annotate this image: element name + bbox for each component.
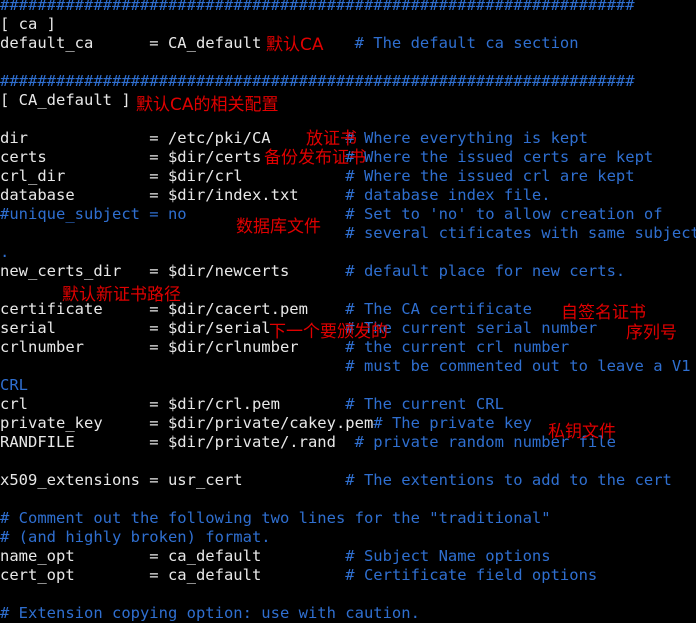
- terminal-line: ########################################…: [0, 0, 635, 15]
- red-annotation: 序列号: [626, 323, 677, 343]
- terminal-line: crl_dir = $dir/crl # Where the issued cr…: [0, 167, 635, 186]
- red-annotation: 放证书: [306, 129, 357, 149]
- terminal-line: cert_opt = ca_default # Certificate fiel…: [0, 566, 597, 585]
- comment-text: ########################################…: [0, 72, 635, 90]
- config-text: crl = $dir/crl.pem: [0, 395, 346, 413]
- terminal-line: RANDFILE = $dir/private/.rand # private …: [0, 433, 616, 452]
- terminal-line: private_key = $dir/private/cakey.pem# Th…: [0, 414, 532, 433]
- terminal-line: new_certs_dir = $dir/newcerts # default …: [0, 262, 625, 281]
- config-text: [ ca ]: [0, 15, 56, 33]
- config-text: RANDFILE = $dir/private/.rand: [0, 433, 355, 451]
- terminal-line: # Comment out the following two lines fo…: [0, 509, 551, 528]
- terminal-line: ########################################…: [0, 72, 635, 91]
- comment-text: ########################################…: [0, 0, 635, 14]
- red-annotation: 备份发布证书: [264, 148, 366, 168]
- red-annotation: 下一个要颁发的: [269, 322, 388, 342]
- comment-text: # (and highly broken) format.: [0, 528, 271, 546]
- comment-text: # Subject Name options: [345, 547, 551, 565]
- red-annotation: 数据库文件: [236, 217, 321, 237]
- config-text: database = $dir/index.txt: [0, 186, 346, 204]
- red-annotation: 默认CA: [266, 35, 324, 55]
- comment-text: # Extension copying option: use with cau…: [0, 604, 420, 622]
- terminal-line: CRL: [0, 376, 28, 395]
- comment-text: # several ctificates with same subject.: [0, 224, 696, 242]
- comment-text: # The default ca section: [354, 34, 579, 52]
- terminal-line: # must be commented out to leave a V1: [0, 357, 691, 376]
- terminal-line: database = $dir/index.txt # database ind…: [0, 186, 551, 205]
- config-text: [ CA_default ]: [0, 91, 131, 109]
- comment-text: CRL: [0, 376, 28, 394]
- terminal-line: crl = $dir/crl.pem # The current CRL: [0, 395, 504, 414]
- terminal-line: name_opt = ca_default # Subject Name opt…: [0, 547, 551, 566]
- comment-text: # Certificate field options: [345, 566, 598, 584]
- comment-text: # database index file.: [345, 186, 551, 204]
- terminal-line: # (and highly broken) format.: [0, 528, 271, 547]
- comment-text: # Where the issued crl are kept: [335, 167, 635, 185]
- terminal-line: #unique_subject = no # Set to 'no' to al…: [0, 205, 663, 224]
- red-annotation: 默认CA的相关配置: [136, 95, 279, 115]
- comment-text: # The CA certificate: [345, 300, 532, 318]
- config-text: cert_opt = ca_default: [0, 566, 346, 584]
- terminal-line: [ ca ]: [0, 15, 56, 34]
- config-text: new_certs_dir = $dir/newcerts: [0, 262, 346, 280]
- terminal-line: # Extension copying option: use with cau…: [0, 604, 420, 623]
- comment-text: # The extentions to add to the cert: [345, 471, 672, 489]
- terminal-line: .: [0, 243, 9, 262]
- terminal-line: [ CA_default ]: [0, 91, 131, 110]
- comment-text: # must be commented out to leave a V1: [0, 357, 691, 375]
- terminal-line: # several ctificates with same subject.: [0, 224, 696, 243]
- config-text: dir = /etc/pki/CA: [0, 129, 346, 147]
- comment-text: #unique_subject = no # Set to 'no' to al…: [0, 205, 663, 223]
- comment-text: # Where everything is kept: [345, 129, 588, 147]
- comment-text: .: [0, 243, 10, 261]
- comment-text: # Where the issued certs are kept: [345, 148, 654, 166]
- comment-text: # default place for new certs.: [345, 262, 626, 280]
- red-annotation: 私钥文件: [548, 422, 616, 442]
- config-text: crl_dir = $dir/crl: [0, 167, 336, 185]
- red-annotation: 默认新证书路径: [62, 285, 181, 305]
- terminal-line: x509_extensions = usr_cert # The extenti…: [0, 471, 672, 490]
- comment-text: # Comment out the following two lines fo…: [0, 509, 551, 527]
- red-annotation: 自签名证书: [561, 303, 646, 323]
- config-text: x509_extensions = usr_cert: [0, 471, 346, 489]
- comment-text: # The private key: [373, 414, 532, 432]
- config-text: name_opt = ca_default: [0, 547, 346, 565]
- comment-text: # The current CRL: [345, 395, 504, 413]
- config-text: private_key = $dir/private/cakey.pem: [0, 414, 374, 432]
- terminal-screen[interactable]: ########################################…: [0, 0, 696, 622]
- terminal-line: dir = /etc/pki/CA # Where everything is …: [0, 129, 588, 148]
